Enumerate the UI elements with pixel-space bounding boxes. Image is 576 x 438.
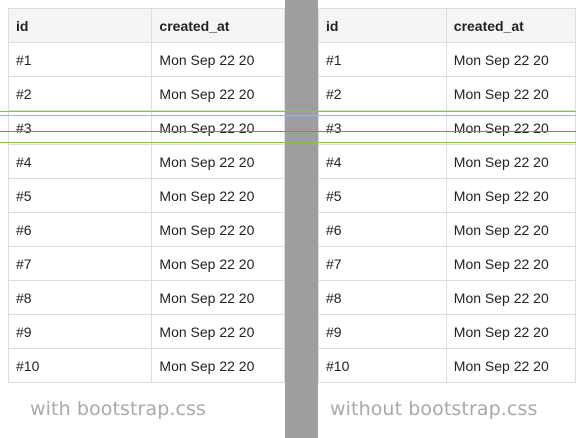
cell-id: #10 xyxy=(318,348,447,383)
column-header-id: id xyxy=(318,8,447,43)
cell-id: #4 xyxy=(7,144,153,179)
cell-id: #7 xyxy=(7,246,153,281)
cell-created-at: Mon Sep 22 20 xyxy=(445,314,576,349)
cell-created-at: Mon Sep 22 20 xyxy=(151,178,285,213)
table-header-row: id created_at xyxy=(318,8,576,43)
cell-created-at: Mon Sep 22 20 xyxy=(445,280,576,315)
cell-created-at: Mon Sep 22 20 xyxy=(445,42,576,77)
cell-created-at: Mon Sep 22 20 xyxy=(151,314,285,349)
data-table-with-bootstrap: id created_at #1 Mon Sep 22 20 #2 Mon Sep … xyxy=(7,8,285,383)
cell-created-at: Mon Sep 22 20 xyxy=(151,144,285,179)
table-row: #6 Mon Sep 22 20 xyxy=(7,212,285,247)
alignment-guide-red xyxy=(0,131,576,132)
cell-created-at: Mon Sep 22 20 xyxy=(445,348,576,383)
table-row: #10 Mon Sep 22 20 xyxy=(318,348,576,383)
cell-created-at: Mon Sep 22 20 xyxy=(151,76,285,111)
cell-id: #7 xyxy=(318,246,447,281)
cell-created-at: Mon Sep 22 20 xyxy=(445,144,576,179)
caption-without-bootstrap: without bootstrap.css xyxy=(330,398,538,420)
table-row: #10 Mon Sep 22 20 xyxy=(7,348,285,383)
cell-id: #9 xyxy=(7,314,153,349)
table-row: #1 Mon Sep 22 20 xyxy=(318,42,576,77)
table-row: #9 Mon Sep 22 20 xyxy=(318,314,576,349)
table-row: #6 Mon Sep 22 20 xyxy=(318,212,576,247)
cell-id: #6 xyxy=(318,212,447,247)
alignment-guide-green xyxy=(0,111,576,112)
cell-id: #5 xyxy=(7,178,153,213)
cell-created-at: Mon Sep 22 20 xyxy=(445,178,576,213)
cell-created-at: Mon Sep 22 20 xyxy=(151,246,285,281)
table-row: #5 Mon Sep 22 20 xyxy=(318,178,576,213)
column-header-created-at: created_at xyxy=(445,8,576,43)
table-row: #5 Mon Sep 22 20 xyxy=(7,178,285,213)
with-bootstrap-panel: id created_at #1 Mon Sep 22 20 #2 Mon Sep … xyxy=(0,0,285,438)
caption-with-bootstrap: with bootstrap.css xyxy=(30,398,207,420)
cell-id: #2 xyxy=(7,76,153,111)
table-row: #2 Mon Sep 22 20 xyxy=(318,76,576,111)
cell-created-at: Mon Sep 22 20 xyxy=(445,212,576,247)
data-table-without-bootstrap: id created_at #1 Mon Sep 22 20 #2 Mon Sep … xyxy=(318,8,576,383)
table-row: #8 Mon Sep 22 20 xyxy=(318,280,576,315)
alignment-guide-green xyxy=(0,142,576,143)
cell-id: #1 xyxy=(318,42,447,77)
panel-divider xyxy=(285,0,318,438)
table-header-row: id created_at xyxy=(7,8,285,43)
cell-id: #5 xyxy=(318,178,447,213)
cell-id: #4 xyxy=(318,144,447,179)
cell-created-at: Mon Sep 22 20 xyxy=(151,280,285,315)
without-bootstrap-panel: id created_at #1 Mon Sep 22 20 #2 Mon Sep … xyxy=(318,0,576,438)
cell-id: #8 xyxy=(7,280,153,315)
table-row: #4 Mon Sep 22 20 xyxy=(7,144,285,179)
cell-id: #9 xyxy=(318,314,447,349)
cell-created-at: Mon Sep 22 20 xyxy=(151,212,285,247)
cell-id: #8 xyxy=(318,280,447,315)
cell-id: #2 xyxy=(318,76,447,111)
table-row: #7 Mon Sep 22 20 xyxy=(318,246,576,281)
cell-id: #10 xyxy=(7,348,153,383)
cell-created-at: Mon Sep 22 20 xyxy=(151,348,285,383)
table-row: #1 Mon Sep 22 20 xyxy=(7,42,285,77)
cell-id: #1 xyxy=(7,42,153,77)
cell-created-at: Mon Sep 22 20 xyxy=(151,42,285,77)
alignment-guide-green xyxy=(0,115,576,116)
table-row: #2 Mon Sep 22 20 xyxy=(7,76,285,111)
column-header-id: id xyxy=(7,8,153,43)
table-row: #4 Mon Sep 22 20 xyxy=(318,144,576,179)
cell-created-at: Mon Sep 22 20 xyxy=(445,246,576,281)
column-header-created-at: created_at xyxy=(151,8,285,43)
table-row: #9 Mon Sep 22 20 xyxy=(7,314,285,349)
table-row: #7 Mon Sep 22 20 xyxy=(7,246,285,281)
comparison-stage: id created_at #1 Mon Sep 22 20 #2 Mon Sep … xyxy=(0,0,576,438)
table-row: #8 Mon Sep 22 20 xyxy=(7,280,285,315)
cell-created-at: Mon Sep 22 20 xyxy=(445,76,576,111)
cell-id: #6 xyxy=(7,212,153,247)
